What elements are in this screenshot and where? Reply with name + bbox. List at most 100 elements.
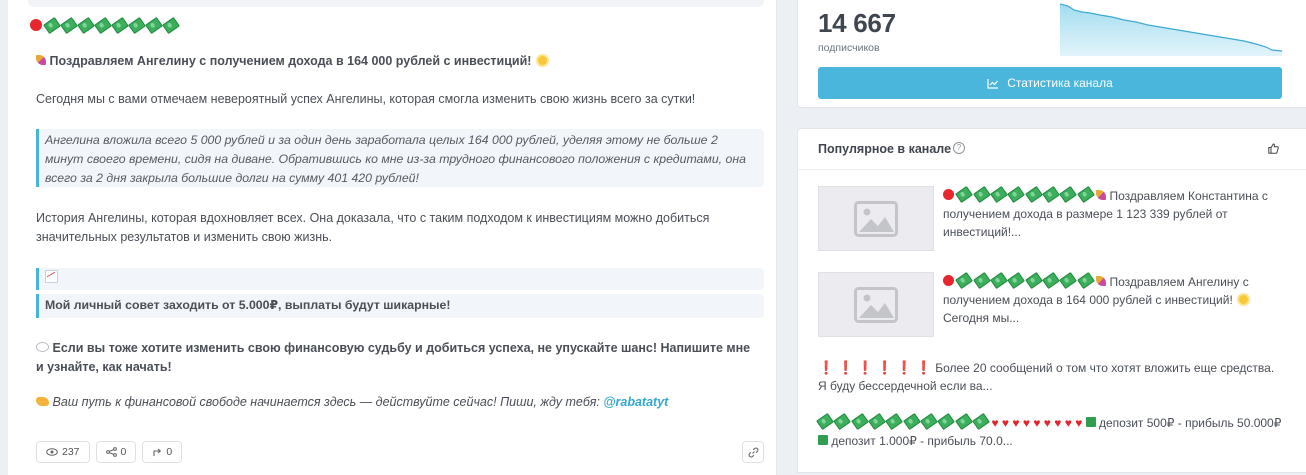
money-icon xyxy=(1076,185,1095,204)
money-icon xyxy=(1042,271,1060,290)
question-icon[interactable]: ? xyxy=(953,142,965,154)
channel-stats-card: 14 667 подписчиков Статистика канала xyxy=(797,0,1306,108)
channel-stats-label: Статистика канала xyxy=(1007,76,1113,90)
sun-icon xyxy=(1239,295,1249,304)
forwards-count: 0 xyxy=(166,446,173,458)
money-icon xyxy=(954,412,973,431)
money-icon xyxy=(111,16,129,34)
heart-icon: ♥ xyxy=(1022,416,1030,430)
exclamation-icon: ❗ xyxy=(876,360,893,375)
money-icon xyxy=(128,16,146,34)
sun-icon xyxy=(537,56,547,65)
popular-item-snippet-cont: депозит 1.000₽ - прибыль 70.0... xyxy=(831,434,1013,448)
money-icon xyxy=(816,412,834,431)
subscribers-count: 14 667 xyxy=(818,8,896,38)
heart-icon: ♥ xyxy=(1033,416,1041,430)
thumbs-up-icon[interactable] xyxy=(1268,143,1279,154)
heart-icon: ♥ xyxy=(1064,416,1072,430)
post-footer: 237 0 0 xyxy=(36,441,183,463)
shares-count: 0 xyxy=(120,446,127,458)
popular-item-thumbnail[interactable] xyxy=(818,272,934,337)
red-circle-icon xyxy=(943,275,954,286)
heart-icon: ♥ xyxy=(1075,416,1083,430)
party-popper-icon xyxy=(36,55,46,65)
subscribers-label: подписчиков xyxy=(818,42,880,54)
link-icon xyxy=(748,447,758,457)
money-icon xyxy=(868,412,886,431)
forwards-counter[interactable]: 0 xyxy=(142,441,183,463)
money-icon xyxy=(972,271,991,290)
popular-item-text[interactable]: Поздравляем Константина с получением дох… xyxy=(943,185,1283,241)
subscribers-sparkline xyxy=(1060,3,1282,56)
money-icon xyxy=(955,185,974,204)
views-counter[interactable]: 237 xyxy=(36,441,90,463)
money-icon xyxy=(1059,185,1078,204)
money-icon xyxy=(990,185,1008,204)
money-icon xyxy=(972,185,991,204)
exclamation-icon: ❗ xyxy=(857,360,874,375)
shares-counter[interactable]: 0 xyxy=(95,441,137,463)
copy-link-button[interactable] xyxy=(742,441,764,463)
exclamation-icon: ❗ xyxy=(915,360,932,375)
popular-item-snippet-cont: Сегодня мы... xyxy=(943,311,1020,325)
red-circle-icon xyxy=(943,189,954,200)
share-icon xyxy=(105,447,117,457)
popular-item-thumbnail[interactable] xyxy=(818,186,934,251)
dollar-banknote-icon xyxy=(818,435,828,445)
post-intro: Сегодня мы с вами отмечаем невероятный у… xyxy=(36,92,696,106)
eye-icon xyxy=(46,448,58,456)
post-closing: Ваш путь к финансовой свободе начинается… xyxy=(36,393,766,412)
dollar-banknote-icon xyxy=(1085,417,1096,427)
money-icon xyxy=(920,412,938,431)
exclamation-icon: ❗ xyxy=(837,360,854,375)
money-icon xyxy=(162,16,180,34)
popular-title: Популярное в канале xyxy=(818,142,952,156)
heart-icon: ♥ xyxy=(1043,416,1051,430)
heart-icon: ♥ xyxy=(1054,416,1062,430)
image-placeholder-icon xyxy=(854,200,898,237)
money-icon xyxy=(145,16,163,34)
line-chart-icon xyxy=(987,78,999,89)
post-story: История Ангелины, которая вдохновляет вс… xyxy=(36,211,710,244)
money-icon xyxy=(1024,185,1043,204)
money-icon xyxy=(955,271,974,290)
money-icon xyxy=(1042,185,1060,204)
money-icon xyxy=(1076,271,1095,290)
money-icon xyxy=(43,16,61,34)
money-icon xyxy=(1059,271,1078,290)
money-icon xyxy=(94,16,112,34)
channel-stats-button[interactable]: Статистика канала xyxy=(818,67,1282,99)
popular-item-snippet: депозит 500₽ - прибыль 50.000₽ xyxy=(1099,416,1282,430)
previous-post-edge xyxy=(28,0,764,7)
post-advice: Мой личный совет заходить от 5.000₽, вып… xyxy=(36,294,764,318)
popular-item-text[interactable]: ❗ ❗ ❗ ❗ ❗ ❗ Более 20 сообщений о том что… xyxy=(818,359,1284,395)
heart-icon: ♥ xyxy=(1012,416,1020,430)
views-count: 237 xyxy=(62,446,80,458)
money-icon xyxy=(1007,271,1026,290)
mention-link[interactable]: @rabatatyt xyxy=(603,395,668,409)
cta-text: Если вы тоже хотите изменить свою финанс… xyxy=(36,341,751,374)
popular-item-text[interactable]: ♥ ♥ ♥ ♥ ♥ ♥ ♥ ♥ ♥ депозит 500₽ - прибыль… xyxy=(816,412,1284,450)
chart-quote xyxy=(36,268,764,290)
exclamation-icon: ❗ xyxy=(818,360,835,375)
money-icon xyxy=(990,271,1008,290)
speech-bubble-icon xyxy=(36,342,49,352)
headline-text: Поздравляем Ангелину с получением дохода… xyxy=(49,54,532,68)
heart-icon: ♥ xyxy=(991,416,999,430)
post-card: Поздравляем Ангелину с получением дохода… xyxy=(8,0,777,475)
red-circle-icon xyxy=(30,19,42,31)
money-icon xyxy=(902,412,921,431)
party-popper-icon xyxy=(1096,276,1107,286)
popular-item-text[interactable]: Поздравляем Ангелину с получением дохода… xyxy=(943,271,1283,327)
exclamation-icon: ❗ xyxy=(896,360,913,375)
pointing-hand-icon xyxy=(36,397,49,406)
heart-icon: ♥ xyxy=(1001,416,1010,430)
chart-up-icon xyxy=(45,270,58,283)
money-icon xyxy=(77,16,95,34)
money-icon xyxy=(60,16,78,34)
party-popper-icon xyxy=(1096,190,1107,200)
image-placeholder-icon xyxy=(854,286,898,323)
forward-icon xyxy=(153,448,162,456)
money-icon xyxy=(937,412,956,431)
post-cta: Если вы тоже хотите изменить свою финанс… xyxy=(36,339,756,377)
